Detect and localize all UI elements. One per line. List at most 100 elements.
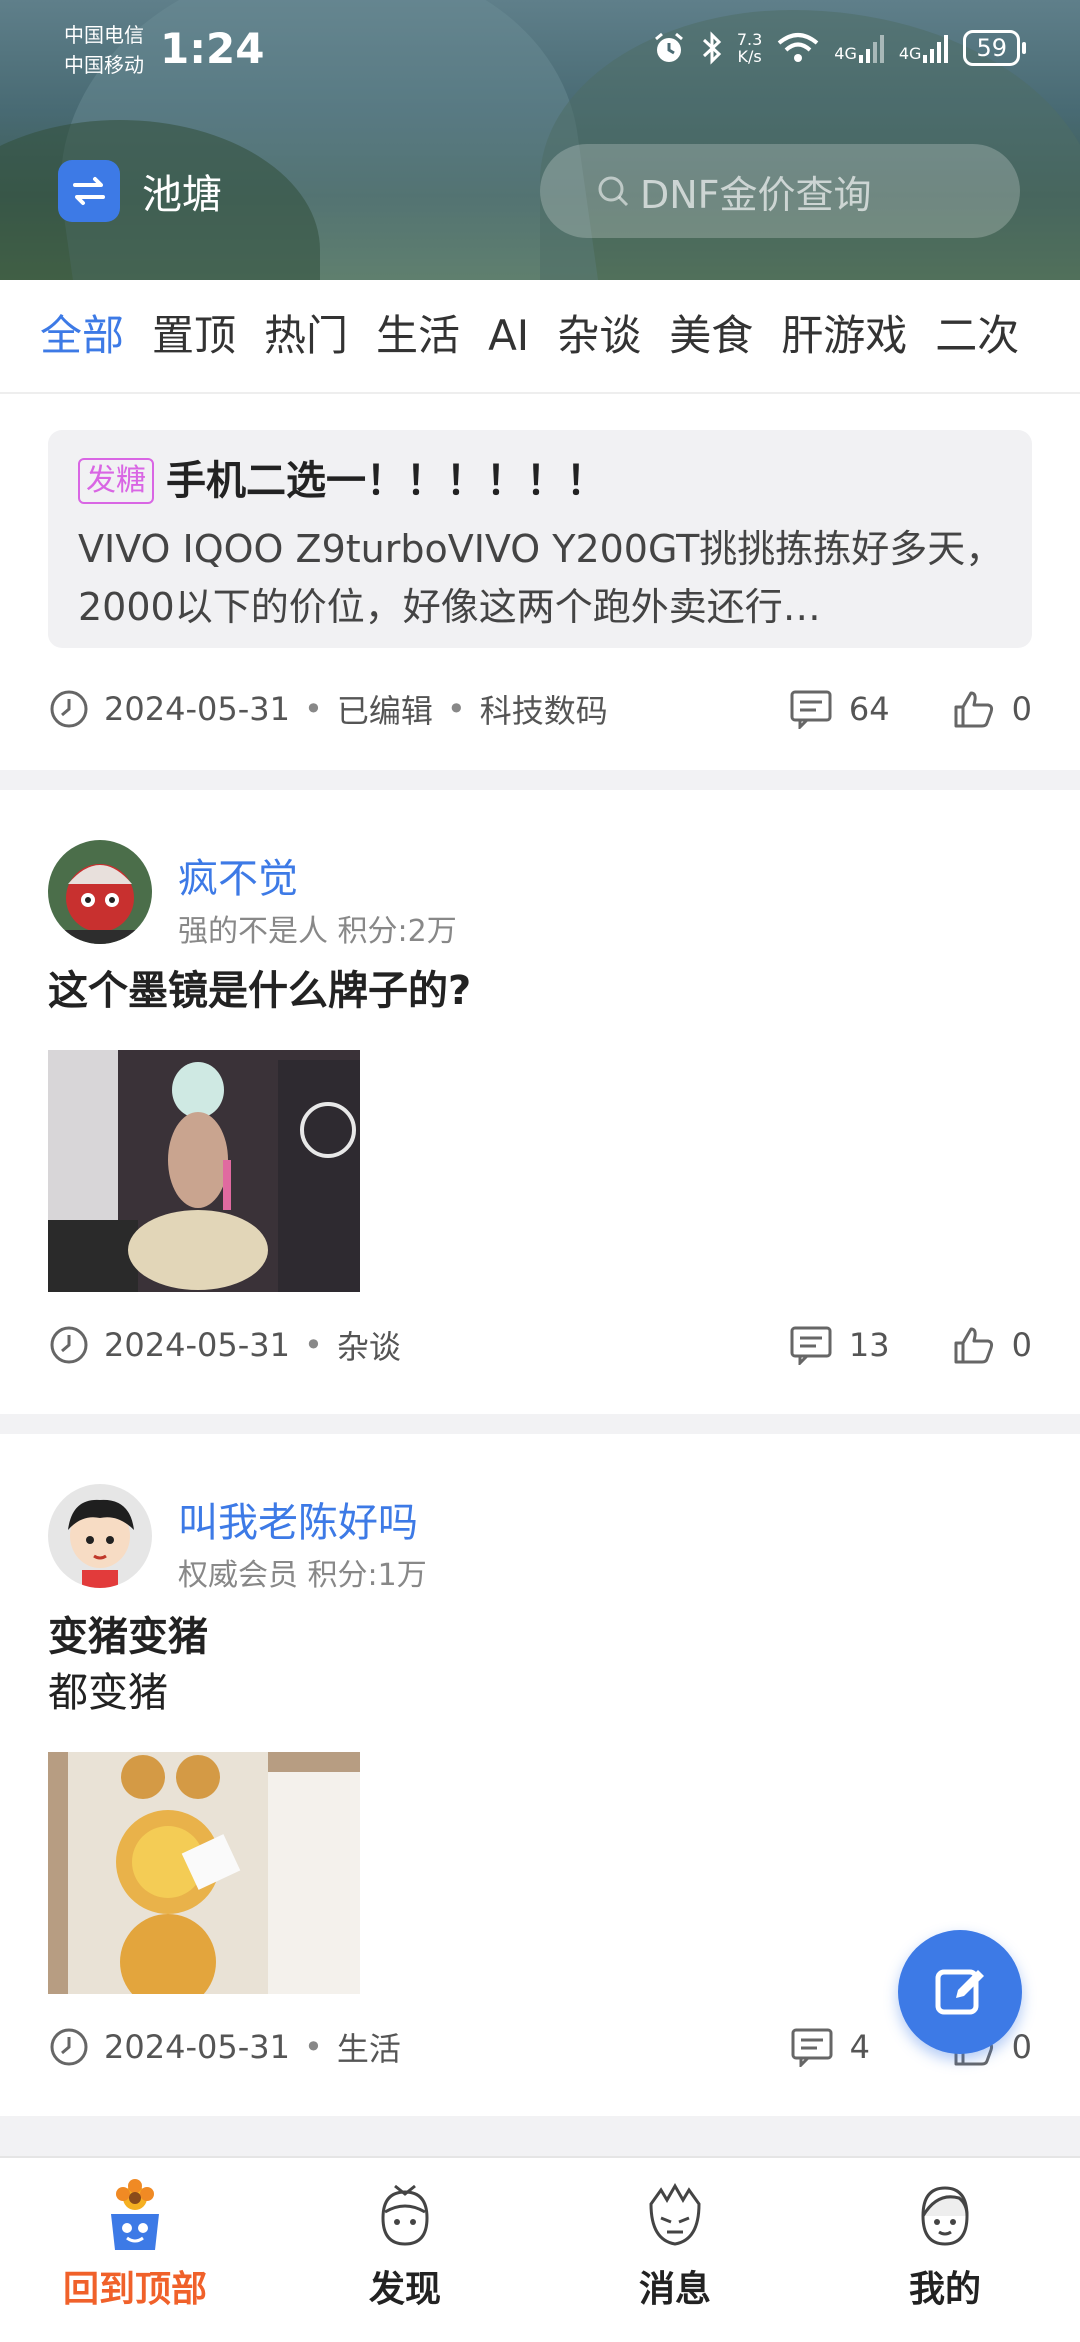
search-icon	[598, 176, 629, 207]
nav-discover[interactable]: 发现	[270, 2158, 540, 2342]
clock-icon	[50, 2028, 88, 2066]
search-placeholder: DNF金价查询	[640, 172, 872, 217]
carrier-1: 中国电信	[64, 23, 144, 47]
user-points: 积分:1万	[307, 1558, 427, 1593]
alarm-icon	[654, 32, 683, 62]
tab-hot[interactable]: 热门	[264, 280, 348, 392]
tab-chat[interactable]: 杂谈	[557, 280, 641, 392]
network-type-1: 4G	[834, 44, 857, 63]
egg-tart-photo	[48, 1752, 360, 1994]
quoted-post-title: 手机二选一！！！！！！	[166, 458, 606, 504]
post-stats: 13 0	[789, 1320, 1032, 1370]
nav-back-to-top[interactable]: 回到顶部	[0, 2158, 270, 2342]
post-card[interactable]: 发糖 手机二选一！！！！！！ VIVO IQOO Z9turboVIVO Y20…	[0, 394, 1080, 770]
comment-icon[interactable]	[790, 2027, 834, 2067]
signal-bars-icon	[858, 35, 884, 63]
comment-count: 4	[849, 2028, 870, 2066]
app-bar: 池塘 DNF金价查询	[0, 140, 1080, 240]
quoted-post-body: VIVO IQOO Z9turboVIVO Y200GT挑挑拣拣好多天，2000…	[78, 527, 1004, 629]
user-info: 强的不是人 积分:2万	[178, 906, 457, 950]
edited-label: 已编辑	[336, 692, 433, 730]
tab-all[interactable]: 全部	[40, 280, 124, 392]
app-logo-icon[interactable]	[58, 160, 120, 222]
bottom-navigation: 回到顶部 发现 消息 我的	[0, 2156, 1080, 2342]
username[interactable]: 疯不觉	[178, 846, 298, 904]
header: 中国电信 中国移动 1:24 7.3 K/s 4G 4G 59 池塘 DNF金价…	[0, 0, 1080, 280]
clock-icon	[50, 1326, 88, 1364]
user-points: 积分:2万	[337, 914, 457, 949]
post-meta: 2024-05-31 • 已编辑 • 科技数码 64 0	[48, 684, 1032, 734]
nav-profile[interactable]: 我的	[810, 2158, 1080, 2342]
network-speed-value: 7.3	[736, 30, 763, 49]
comment-count: 13	[848, 1326, 890, 1364]
post-category[interactable]: 杂谈	[337, 1322, 401, 1368]
separator-dot: •	[446, 690, 466, 728]
post-stats: 64 0	[789, 684, 1032, 734]
tab-ai[interactable]: AI	[488, 280, 529, 392]
post-meta: 2024-05-31 • 生活 4 0	[48, 2022, 1032, 2072]
post-tag: 发糖	[78, 458, 154, 504]
edit-icon	[935, 1969, 984, 2015]
tab-food[interactable]: 美食	[669, 280, 753, 392]
tab-anime[interactable]: 二次	[935, 280, 1019, 392]
post-category[interactable]: 生活	[337, 2024, 401, 2070]
signal-2: 4G	[899, 33, 950, 63]
like-count: 0	[1011, 1326, 1032, 1364]
post-image[interactable]	[48, 1752, 360, 1994]
avatar[interactable]	[48, 1484, 152, 1588]
category-tabs: 全部 置顶 热门 生活 AI 杂谈 美食 肝游戏 二次	[0, 280, 1080, 394]
compose-post-button[interactable]	[898, 1930, 1022, 2054]
post-title: 变猪变猪	[48, 1614, 208, 1660]
separator-dot: •	[303, 690, 323, 728]
clock-icon	[50, 690, 88, 728]
cartoon-boy-avatar-icon	[48, 1484, 152, 1588]
carrier-2: 中国移动	[64, 53, 144, 77]
tab-life[interactable]: 生活	[376, 280, 460, 392]
network-type-2: 4G	[898, 44, 922, 63]
nav-label: 回到顶部	[62, 2269, 207, 2310]
thumbs-up-icon[interactable]	[952, 1325, 996, 1365]
user-info: 权威会员 积分:1万	[178, 1550, 427, 1594]
network-speed: 7.3 K/s	[737, 31, 762, 65]
post-card[interactable]: 疯不觉 强的不是人 积分:2万 这个墨镜是什么牌子的? 2024-05-31 •…	[0, 790, 1080, 1414]
character-message-icon	[649, 2182, 701, 2246]
comment-count: 64	[848, 690, 890, 728]
network-speed-unit: K/s	[737, 47, 762, 66]
search-input[interactable]: DNF金价查询	[540, 144, 1020, 238]
thumbs-up-icon[interactable]	[952, 689, 996, 729]
user-title: 权威会员	[178, 1558, 298, 1593]
status-bar: 中国电信 中国移动 1:24 7.3 K/s 4G 4G 59	[0, 0, 1080, 100]
nav-label: 消息	[638, 2269, 711, 2310]
flower-character-icon	[111, 2179, 159, 2250]
character-profile-icon	[921, 2186, 969, 2246]
quoted-post[interactable]: 发糖 手机二选一！！！！！！ VIVO IQOO Z9turboVIVO Y20…	[48, 430, 1032, 648]
post-category[interactable]: 科技数码	[480, 686, 608, 732]
comment-icon[interactable]	[789, 1325, 833, 1365]
post-date: 2024-05-31	[104, 1326, 290, 1364]
comment-icon[interactable]	[789, 689, 833, 729]
battery-indicator: 59	[963, 30, 1026, 66]
wifi-icon	[778, 33, 819, 62]
tab-games[interactable]: 肝游戏	[781, 280, 907, 392]
post-meta: 2024-05-31 • 杂谈 13 0	[48, 1320, 1032, 1370]
nav-messages[interactable]: 消息	[540, 2158, 810, 2342]
santa-avatar-icon	[48, 840, 152, 944]
separator-dot: •	[303, 2028, 323, 2066]
bluetooth-icon	[702, 31, 722, 65]
app-title[interactable]: 池塘	[142, 162, 222, 220]
post-body: 都变猪	[48, 1670, 168, 1716]
post-date: 2024-05-31	[104, 2028, 290, 2066]
signal-bars-icon	[923, 35, 949, 63]
nav-label: 我的	[908, 2269, 981, 2310]
tab-pinned[interactable]: 置顶	[152, 280, 236, 392]
like-count: 0	[1011, 690, 1032, 728]
status-icons: 7.3 K/s 4G 4G 59	[651, 30, 1026, 66]
post-image[interactable]	[48, 1050, 360, 1292]
nav-label: 发现	[368, 2269, 441, 2310]
separator-dot: •	[303, 1326, 323, 1364]
avatar[interactable]	[48, 840, 152, 944]
post-date: 2024-05-31	[104, 690, 290, 728]
username[interactable]: 叫我老陈好吗	[178, 1490, 418, 1548]
like-count: 0	[1011, 2028, 1032, 2066]
costume-photo	[48, 1050, 360, 1292]
